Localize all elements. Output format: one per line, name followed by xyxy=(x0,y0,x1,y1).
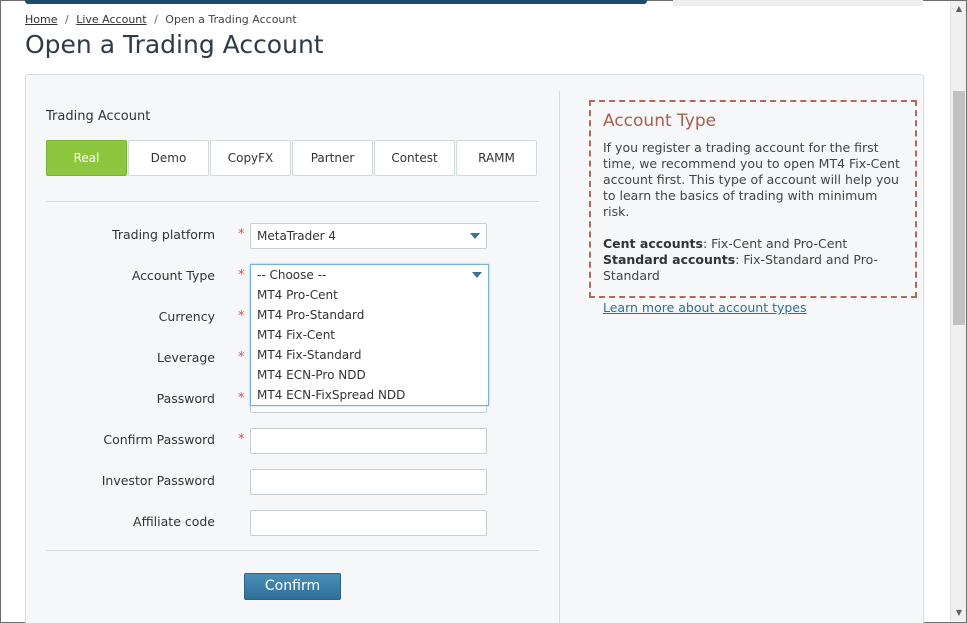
account-type-value: -- Choose -- xyxy=(257,268,327,282)
standard-accounts-label: Standard accounts xyxy=(603,252,736,267)
breadcrumb-live-account-link[interactable]: Live Account xyxy=(76,13,146,26)
breadcrumb-current: Open a Trading Account xyxy=(165,13,297,26)
currency-label: Currency xyxy=(158,309,215,324)
dropdown-option[interactable]: MT4 ECN-Pro NDD xyxy=(251,365,488,385)
scroll-up-arrow-icon[interactable]: ▲ xyxy=(951,1,967,17)
confirm-button[interactable]: Confirm xyxy=(244,573,341,600)
required-mark: * xyxy=(238,268,245,283)
required-mark: * xyxy=(238,309,245,324)
learn-more-link[interactable]: Learn more about account types xyxy=(603,300,807,315)
password-label: Password xyxy=(156,391,215,406)
breadcrumb: Home / Live Account / Open a Trading Acc… xyxy=(25,13,297,26)
cent-accounts-value: : Fix-Cent and Pro-Cent xyxy=(702,236,848,251)
account-type-info-box: Account Type If you register a trading a… xyxy=(589,100,917,315)
section-label: Trading Account xyxy=(46,109,151,124)
dropdown-option[interactable]: MT4 Fix-Cent xyxy=(251,325,488,345)
platform-label: Trading platform xyxy=(112,227,215,242)
scroll-down-arrow-icon[interactable]: ▼ xyxy=(951,605,967,621)
investor-password-field[interactable] xyxy=(250,469,487,495)
dropdown-option[interactable]: MT4 Fix-Standard xyxy=(251,345,488,365)
page-title: Open a Trading Account xyxy=(25,30,324,59)
required-mark: * xyxy=(238,432,245,447)
form-top-divider xyxy=(46,201,539,202)
confirm-password-field[interactable] xyxy=(250,428,487,454)
breadcrumb-home-link[interactable]: Home xyxy=(25,13,57,26)
chevron-down-icon xyxy=(472,272,482,278)
affiliate-code-label: Affiliate code xyxy=(133,514,215,529)
leverage-label: Leverage xyxy=(157,350,215,365)
page-scrollbar[interactable]: ▲ ▼ xyxy=(950,1,966,621)
breadcrumb-separator: / xyxy=(154,13,158,26)
investor-password-label: Investor Password xyxy=(101,473,215,488)
account-type-dropdown[interactable]: -- Choose -- MT4 Pro-Cent MT4 Pro-Standa… xyxy=(250,264,489,406)
top-banner-left xyxy=(25,0,647,4)
tab-real[interactable]: Real xyxy=(46,140,127,176)
required-mark: * xyxy=(238,350,245,365)
cent-accounts-label: Cent accounts xyxy=(603,236,703,251)
info-title: Account Type xyxy=(603,111,717,131)
tab-partner[interactable]: Partner xyxy=(292,140,373,176)
account-type-select[interactable]: -- Choose -- xyxy=(251,265,488,285)
platform-select[interactable]: MetaTrader 4 xyxy=(250,223,487,249)
scrollbar-thumb[interactable] xyxy=(953,91,965,325)
affiliate-code-field[interactable] xyxy=(250,510,487,536)
chevron-down-icon xyxy=(470,233,480,239)
account-type-label: Account Type xyxy=(131,268,215,283)
tab-contest[interactable]: Contest xyxy=(374,140,455,176)
required-mark: * xyxy=(238,391,245,406)
panel-divider xyxy=(559,91,560,623)
dropdown-option[interactable]: MT4 Pro-Cent xyxy=(251,285,488,305)
platform-value: MetaTrader 4 xyxy=(257,229,337,243)
cent-accounts-line: Cent accounts: Fix-Cent and Pro-Cent xyxy=(603,236,903,252)
breadcrumb-separator: / xyxy=(64,13,69,26)
standard-accounts-line: Standard accounts: Fix-Standard and Pro-… xyxy=(603,252,903,284)
tab-copyfx[interactable]: CopyFX xyxy=(210,140,291,176)
top-banner-right xyxy=(673,0,923,6)
info-text: If you register a trading account for th… xyxy=(603,140,900,219)
dropdown-option[interactable]: MT4 Pro-Standard xyxy=(251,305,488,325)
confirm-password-label: Confirm Password xyxy=(103,432,215,447)
required-mark: * xyxy=(238,227,245,242)
form-bottom-divider xyxy=(46,550,539,551)
dropdown-option[interactable]: MT4 ECN-FixSpread NDD xyxy=(251,385,488,405)
tab-demo[interactable]: Demo xyxy=(128,140,209,176)
tab-ramm[interactable]: RAMM xyxy=(456,140,537,176)
